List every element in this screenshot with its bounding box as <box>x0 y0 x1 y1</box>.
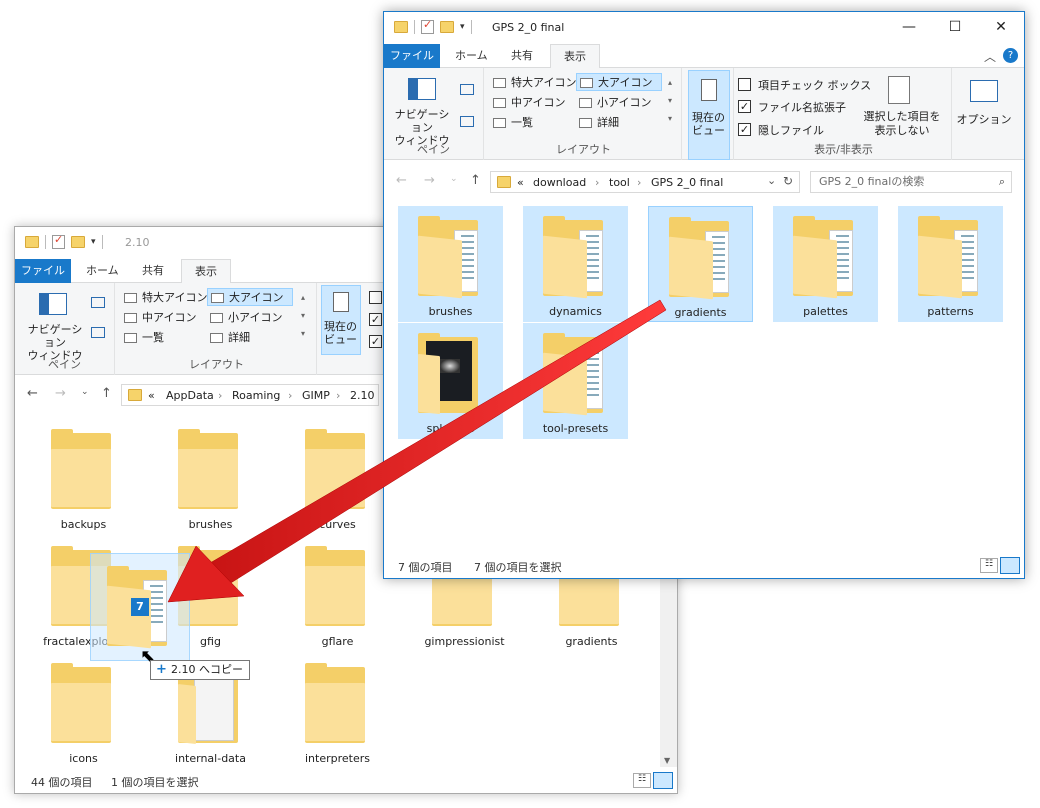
drag-direction-arrow <box>167 299 667 603</box>
arrow-shaft <box>209 299 667 587</box>
